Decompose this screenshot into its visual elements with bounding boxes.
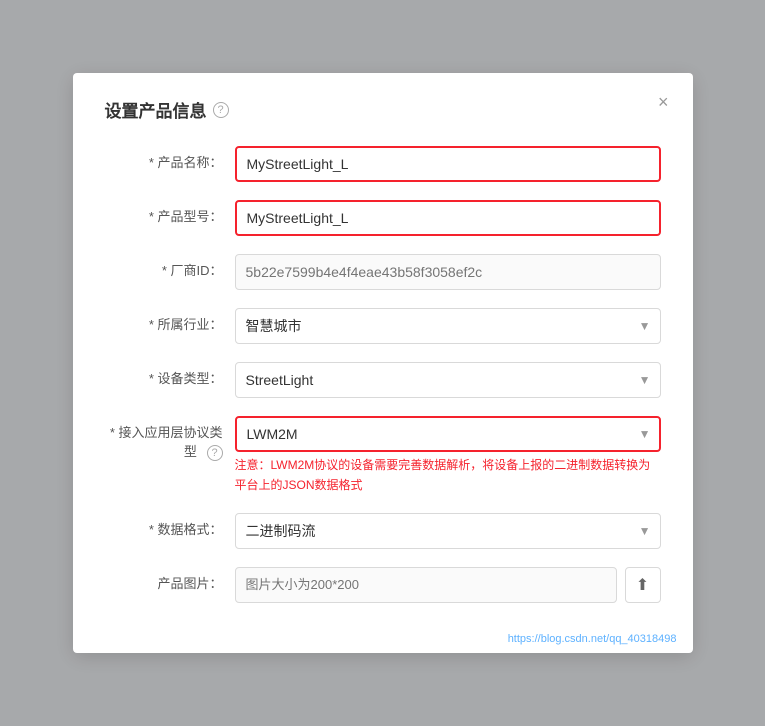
- product-image-row: 产品图片： ⬆: [105, 567, 661, 603]
- product-name-label: * 产品名称：: [105, 146, 235, 172]
- industry-label: * 所属行业：: [105, 308, 235, 334]
- protocol-row: * 接入应用层协议类型 ? LWM2M MQTT CoAP HTTPS ▼ 注意…: [105, 416, 661, 494]
- product-name-input[interactable]: [235, 146, 661, 182]
- industry-row: * 所属行业： 智慧城市 工业制造 能源 其他 ▼: [105, 308, 661, 344]
- product-image-label: 产品图片：: [105, 567, 235, 593]
- dialog-header: 设置产品信息 ?: [105, 97, 661, 122]
- industry-wrap: 智慧城市 工业制造 能源 其他 ▼: [235, 308, 661, 344]
- vendor-id-row: * 厂商ID：: [105, 254, 661, 290]
- protocol-label: * 接入应用层协议类型 ?: [105, 416, 235, 461]
- data-format-wrap: 二进制码流 JSON String ▼: [235, 513, 661, 549]
- protocol-wrap: LWM2M MQTT CoAP HTTPS ▼ 注意：LWM2M协议的设备需要完…: [235, 416, 661, 494]
- vendor-id-wrap: [235, 254, 661, 290]
- vendor-id-input[interactable]: [235, 254, 661, 290]
- device-type-select-wrap: StreetLight Gateway Sensor ▼: [235, 362, 661, 398]
- dialog: 设置产品信息 ? × * 产品名称： * 产品型号： * 厂商ID：: [73, 73, 693, 652]
- protocol-help-icon[interactable]: ?: [207, 445, 223, 461]
- device-type-select[interactable]: StreetLight Gateway Sensor: [235, 362, 661, 398]
- data-format-label: * 数据格式：: [105, 513, 235, 539]
- protocol-select[interactable]: LWM2M MQTT CoAP HTTPS: [235, 416, 661, 452]
- dialog-title: 设置产品信息: [105, 97, 207, 122]
- industry-select[interactable]: 智慧城市 工业制造 能源 其他: [235, 308, 661, 344]
- watermark: https://blog.csdn.net/qq_40318498: [508, 633, 677, 645]
- product-model-wrap: [235, 200, 661, 236]
- dialog-help-icon[interactable]: ?: [213, 102, 229, 118]
- data-format-select-wrap: 二进制码流 JSON String ▼: [235, 513, 661, 549]
- data-format-row: * 数据格式： 二进制码流 JSON String ▼: [105, 513, 661, 549]
- product-image-wrap: ⬆: [235, 567, 661, 603]
- product-model-input[interactable]: [235, 200, 661, 236]
- product-image-input[interactable]: [235, 567, 617, 603]
- device-type-label: * 设备类型：: [105, 362, 235, 388]
- product-name-row: * 产品名称：: [105, 146, 661, 182]
- product-model-label: * 产品型号：: [105, 200, 235, 226]
- protocol-note: 注意：LWM2M协议的设备需要完善数据解析，将设备上报的二进制数据转换为平台上的…: [235, 456, 661, 494]
- close-button[interactable]: ×: [658, 93, 669, 111]
- upload-wrap: ⬆: [235, 567, 661, 603]
- upload-button[interactable]: ⬆: [625, 567, 661, 603]
- product-name-wrap: [235, 146, 661, 182]
- vendor-id-label: * 厂商ID：: [105, 254, 235, 280]
- data-format-select[interactable]: 二进制码流 JSON String: [235, 513, 661, 549]
- protocol-select-wrap: LWM2M MQTT CoAP HTTPS ▼: [235, 416, 661, 452]
- device-type-row: * 设备类型： StreetLight Gateway Sensor ▼: [105, 362, 661, 398]
- product-model-row: * 产品型号：: [105, 200, 661, 236]
- device-type-wrap: StreetLight Gateway Sensor ▼: [235, 362, 661, 398]
- dialog-overlay: 设置产品信息 ? × * 产品名称： * 产品型号： * 厂商ID：: [0, 0, 765, 726]
- industry-select-wrap: 智慧城市 工业制造 能源 其他 ▼: [235, 308, 661, 344]
